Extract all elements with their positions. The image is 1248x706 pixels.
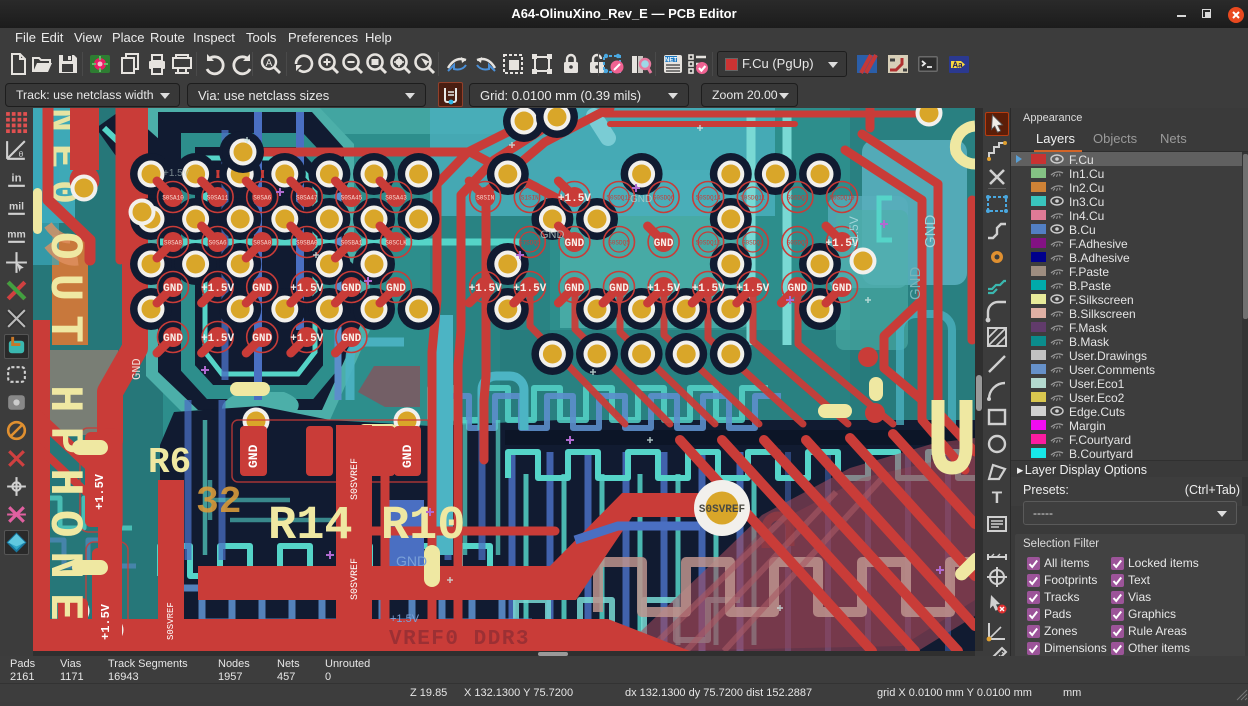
svg-text:S0SDQ6: S0SDQ6 <box>653 195 675 202</box>
svg-text:GND: GND <box>654 238 674 250</box>
svg-text:GND: GND <box>163 283 183 295</box>
svg-text:S0SIN: S0SIN <box>476 195 494 202</box>
svg-text:+1.5V: +1.5V <box>201 333 234 345</box>
svg-text:GND: GND <box>252 333 272 345</box>
svg-text:GND: GND <box>246 444 261 468</box>
svg-text:GND: GND <box>163 333 183 345</box>
svg-text:GND: GND <box>386 283 406 295</box>
svg-text:GND: GND <box>341 283 361 295</box>
svg-text:GND: GND <box>540 229 565 241</box>
svg-text:GND: GND <box>907 267 924 301</box>
svg-text:S9SBA0: S9SBA0 <box>296 240 318 247</box>
svg-text:GND: GND <box>609 283 629 295</box>
svg-text:S0SVREF: S0SVREF <box>699 504 745 516</box>
svg-text:S0SVREF: S0SVREF <box>166 602 176 640</box>
svg-text:S0SDQ11: S0SDQ11 <box>740 195 766 202</box>
svg-text:32: 32 <box>196 481 242 524</box>
svg-text:S0SDQ14: S0SDQ14 <box>696 195 722 202</box>
svg-text:+1.5V: +1.5V <box>847 216 861 248</box>
svg-text:in: in <box>11 173 21 185</box>
svg-text:S0SDQ16: S0SDQ16 <box>696 240 722 247</box>
svg-text:R6: R6 <box>148 442 191 483</box>
svg-text:S0SDQ3: S0SDQ3 <box>787 195 809 202</box>
svg-text:GND: GND <box>787 283 807 295</box>
svg-text:GND: GND <box>832 283 852 295</box>
svg-text:S0SA47: S0SA47 <box>296 195 318 202</box>
svg-text:S0SA45: S0SA45 <box>341 195 363 202</box>
svg-text:+1.5V: +1.5V <box>647 283 680 295</box>
svg-text:S1SIN: S1SIN <box>521 195 539 202</box>
svg-text:S0SDQ13: S0SDQ13 <box>606 195 632 202</box>
svg-text:+1.5V: +1.5V <box>99 603 113 640</box>
svg-text:S0SA43: S0SA43 <box>385 195 407 202</box>
svg-text:S0SDQ5: S0SDQ5 <box>608 240 630 247</box>
svg-text:VREF0 DDR3: VREF0 DDR3 <box>389 628 530 651</box>
svg-text:+1.5V: +1.5V <box>692 283 725 295</box>
svg-text:HPHONE: HPHONE <box>38 385 90 635</box>
svg-text:GND: GND <box>341 333 361 345</box>
svg-text:S0SVREF: S0SVREF <box>350 458 361 500</box>
svg-text:S0SDQ1: S0SDQ1 <box>742 240 764 247</box>
svg-text:GND: GND <box>130 358 144 380</box>
svg-text:GND: GND <box>252 283 272 295</box>
svg-text:+1.5V: +1.5V <box>163 168 190 179</box>
svg-text:GND: GND <box>630 194 652 205</box>
svg-text:+1.5V: +1.5V <box>513 283 546 295</box>
svg-text:S0SBA1: S0SBA1 <box>341 240 363 247</box>
svg-text:GND: GND <box>922 215 939 249</box>
svg-text:+1.5V: +1.5V <box>290 333 323 345</box>
svg-text:S0SA11: S0SA11 <box>207 195 229 202</box>
svg-text:+1.5V: +1.5V <box>93 473 107 510</box>
svg-text:θ: θ <box>19 149 24 159</box>
svg-text:S7SDQ5: S7SDQ5 <box>519 240 541 247</box>
svg-text:S0SDQ19: S0SDQ19 <box>829 195 855 202</box>
svg-text:S0SA10: S0SA10 <box>162 195 184 202</box>
svg-text:Aa: Aa <box>952 61 963 70</box>
svg-text:S0SDQ9: S0SDQ9 <box>787 240 809 247</box>
svg-text:mil: mil <box>9 202 24 213</box>
svg-text:OUT: OUT <box>38 232 90 357</box>
svg-text:NET: NET <box>665 58 677 64</box>
svg-text:GND: GND <box>564 283 584 295</box>
svg-text:A: A <box>266 58 273 69</box>
svg-text:GND: GND <box>564 238 584 250</box>
svg-text:GND: GND <box>400 444 415 468</box>
svg-text:T: T <box>992 488 1003 507</box>
svg-text:R14 R10: R14 R10 <box>268 500 465 553</box>
svg-text:+1.5V: +1.5V <box>558 193 591 205</box>
svg-text:S0SA0: S0SA0 <box>253 240 271 247</box>
svg-text:S0SCLK: S0SCLK <box>385 240 407 247</box>
svg-text:+1.5V: +1.5V <box>290 283 323 295</box>
svg-text:+1.5V: +1.5V <box>390 613 420 625</box>
svg-text:GND: GND <box>396 553 427 569</box>
svg-text:+1.5V: +1.5V <box>469 283 502 295</box>
svg-text:+1.5V: +1.5V <box>736 283 769 295</box>
svg-text:S0SA8: S0SA8 <box>164 240 182 247</box>
svg-text:S0SA6: S0SA6 <box>209 240 227 247</box>
svg-text:S0SVREF: S0SVREF <box>350 558 361 600</box>
svg-text:+1.5V: +1.5V <box>201 283 234 295</box>
svg-text:mm: mm <box>7 230 26 241</box>
svg-text:S0SA6: S0SA6 <box>253 195 271 202</box>
